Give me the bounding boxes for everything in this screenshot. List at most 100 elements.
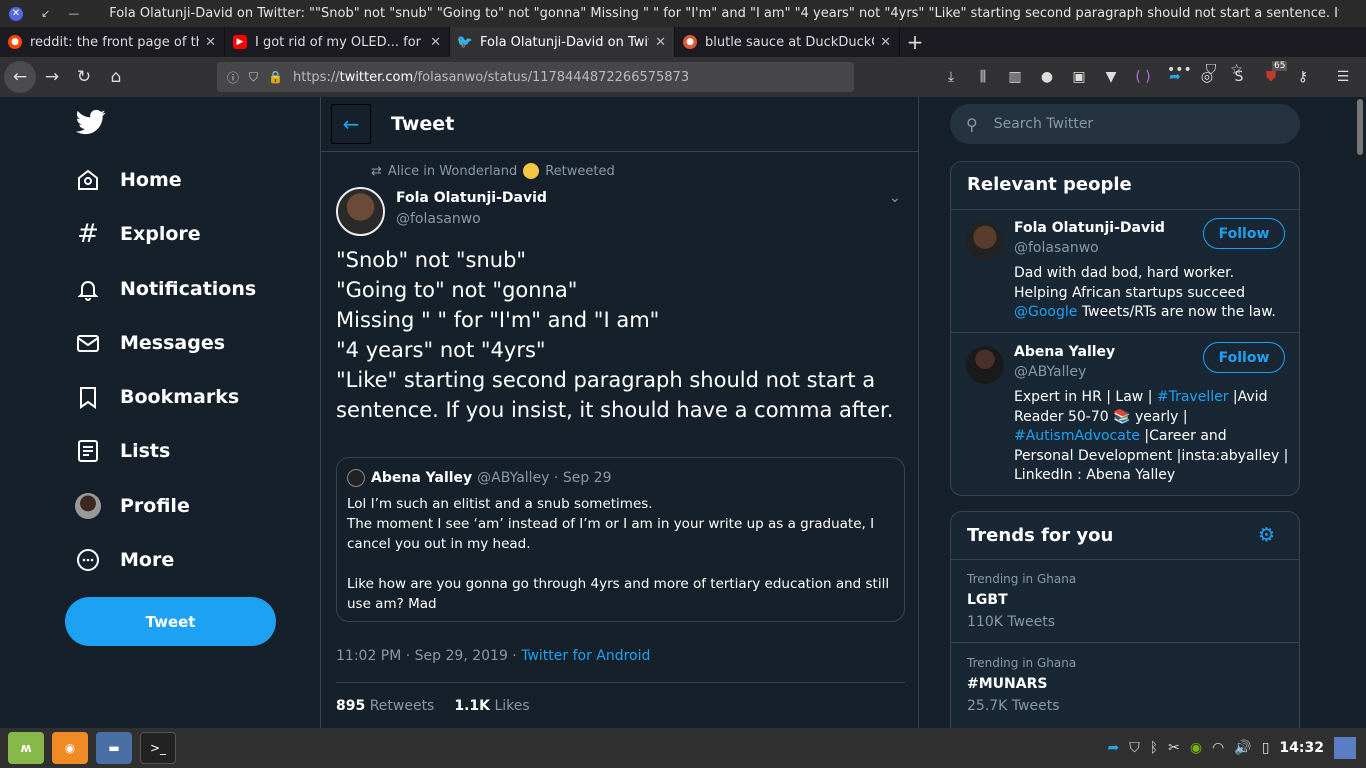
sidebar-icon[interactable]: ▥	[1006, 69, 1024, 85]
volume-icon[interactable]: 🔊	[1234, 740, 1251, 756]
forward-icon[interactable]: →	[36, 61, 68, 93]
extension-owl-icon[interactable]: ◎	[1198, 69, 1216, 85]
nav-label: Explore	[120, 223, 201, 245]
ublock-icon[interactable]: ⛊ 65	[1262, 61, 1288, 85]
lock-icon[interactable]: 🔒	[268, 70, 283, 84]
close-tab-icon[interactable]: ✕	[205, 35, 216, 50]
nav-label: Profile	[120, 495, 190, 517]
tab-label: Fola Olatunji-David on Twit	[480, 34, 650, 50]
close-tab-icon[interactable]: ✕	[880, 35, 891, 50]
key-icon[interactable]: ⚷	[1294, 69, 1312, 85]
tab-duckduckgo[interactable]: ● blutle sauce at DuckDuckG ✕	[675, 27, 900, 57]
nav-home[interactable]: Home	[74, 160, 182, 200]
retweeter-name[interactable]: Alice in Wonderland	[388, 164, 517, 179]
tweet-source-link[interactable]: Twitter for Android	[521, 648, 650, 664]
minimize-icon[interactable]: —	[68, 7, 79, 20]
scrollbar-thumb[interactable]	[1357, 99, 1363, 155]
home-browser-icon[interactable]: ⌂	[100, 61, 132, 93]
terminal-icon[interactable]: >_	[140, 732, 176, 764]
extension-share-icon[interactable]: ➦	[1166, 69, 1184, 85]
back-arrow-icon[interactable]: ←	[331, 104, 371, 144]
url-text[interactable]: https://twitter.com/folasanwo/status/117…	[293, 70, 689, 85]
shield-tray-icon[interactable]: ⛉	[1129, 740, 1140, 756]
clock[interactable]: 14:32	[1279, 740, 1324, 756]
left-navigation: Home # Explore Notifications Messages Bo…	[62, 97, 320, 728]
nav-messages[interactable]: Messages	[74, 323, 225, 363]
trend-item[interactable]: Trending in Ghana LGBT 110K Tweets	[967, 572, 1076, 630]
chevron-down-icon[interactable]: ⌄	[889, 190, 901, 206]
share-tray-icon[interactable]: ➦	[1107, 740, 1119, 756]
back-icon[interactable]: ←	[4, 61, 36, 93]
mint-menu-icon[interactable]: ʍ	[8, 732, 44, 764]
bluetooth-icon[interactable]: ᛒ	[1150, 740, 1158, 756]
os-taskbar: ʍ ◉ ▬ >_ ➦ ⛉ ᛒ ✂ ◉ ◠ 🔊 ▯ 14:32	[0, 728, 1366, 768]
list-icon	[74, 437, 102, 465]
close-tab-icon[interactable]: ✕	[430, 35, 441, 50]
nav-label: Bookmarks	[120, 386, 240, 408]
author-handle[interactable]: @folasanwo	[396, 211, 481, 227]
nav-profile[interactable]: Profile	[74, 486, 190, 526]
close-tab-icon[interactable]: ✕	[655, 35, 666, 50]
tab-twitter[interactable]: 🐦 Fola Olatunji-David on Twit ✕	[450, 27, 675, 57]
tools-icon[interactable]: ✂	[1168, 740, 1180, 756]
nav-notifications[interactable]: Notifications	[74, 269, 256, 309]
tweet-button[interactable]: Tweet	[65, 597, 276, 646]
person-card[interactable]: Abena Yalley @ABYalley Follow Expert in …	[951, 334, 1299, 494]
follow-button[interactable]: Follow	[1203, 342, 1285, 373]
person-avatar	[966, 222, 1004, 260]
retweeted-by: ⇄ Alice in Wonderland Retweeted	[371, 163, 615, 179]
info-icon[interactable]: ⓘ	[227, 69, 239, 86]
ublock-badge: 65	[1272, 61, 1288, 71]
nav-more[interactable]: More	[74, 540, 174, 580]
follow-button[interactable]: Follow	[1203, 218, 1285, 249]
reload-icon[interactable]: ↻	[68, 61, 100, 93]
battery-icon[interactable]: ▯	[1262, 740, 1270, 756]
author-name[interactable]: Fola Olatunji-David	[396, 190, 547, 206]
bio-link[interactable]: @Google	[1014, 304, 1077, 320]
nav-bookmarks[interactable]: Bookmarks	[74, 377, 239, 417]
twitter-logo-icon[interactable]	[75, 107, 106, 137]
unmaximize-icon[interactable]: ↙	[41, 7, 50, 20]
search-input[interactable]: ⚲ Search Twitter	[950, 104, 1300, 144]
vuejs-icon[interactable]: ▼	[1102, 69, 1120, 85]
author-avatar[interactable]	[336, 187, 385, 236]
files-icon[interactable]: ▬	[96, 732, 132, 764]
likes-stat[interactable]: 1.1K Likes	[454, 698, 529, 714]
extension-s-icon[interactable]: S	[1230, 69, 1248, 85]
profile-avatar-icon	[74, 492, 102, 520]
retweets-stat[interactable]: 895 Retweets	[336, 698, 434, 714]
nav-lists[interactable]: Lists	[74, 431, 170, 471]
extension-icon[interactable]: ▣	[1070, 69, 1088, 85]
bio-link[interactable]: #AutismAdvocate	[1014, 428, 1140, 444]
nav-label: More	[120, 549, 175, 571]
tab-label: reddit: the front page of the	[30, 34, 200, 50]
tab-strip: ● reddit: the front page of the ✕ ▶ I go…	[0, 27, 1366, 57]
timestamp-text: 11:02 PM · Sep 29, 2019 ·	[336, 648, 522, 664]
person-bio: Expert in HR | Law | #Traveller |Avid Re…	[1014, 389, 1289, 484]
nav-explore[interactable]: # Explore	[74, 214, 201, 254]
shield-icon[interactable]: ⛉	[249, 70, 258, 85]
new-tab-icon[interactable]: +	[900, 27, 930, 57]
extension-purple-icon[interactable]: ( )	[1134, 69, 1152, 85]
window-title: Fola Olatunji-David on Twitter: ""Snob" …	[109, 6, 1340, 21]
bio-link[interactable]: #Traveller	[1157, 389, 1229, 405]
trend-item[interactable]: Trending in Ghana #MUNARS 25.7K Tweets	[967, 656, 1076, 714]
account-icon[interactable]: ●	[1038, 69, 1056, 85]
person-card[interactable]: Fola Olatunji-David @folasanwo Follow Da…	[951, 210, 1299, 332]
close-window-icon[interactable]: ✕	[9, 6, 23, 21]
person-bio: Dad with dad bod, hard worker. Helping A…	[1014, 265, 1276, 321]
tab-reddit[interactable]: ● reddit: the front page of the ✕	[0, 27, 225, 57]
nvidia-icon[interactable]: ◉	[1190, 740, 1202, 756]
tab-youtube[interactable]: ▶ I got rid of my OLED... for a ✕	[225, 27, 450, 57]
gear-icon[interactable]: ⚙	[1258, 524, 1275, 546]
menu-icon[interactable]: ☰	[1334, 69, 1352, 85]
library-icon[interactable]: ⫼	[974, 69, 992, 85]
download-icon[interactable]: ⤓	[942, 69, 960, 85]
page-scrollbar[interactable]	[1354, 97, 1366, 728]
quote-name: Abena Yalley	[371, 470, 473, 486]
quoted-tweet[interactable]: Abena Yalley @ABYalley · Sep 29 Lol I’m …	[336, 457, 905, 622]
firefox-icon[interactable]: ◉	[52, 732, 88, 764]
url-bar[interactable]: ⓘ ⛉ 🔒 https://twitter.com/folasanwo/stat…	[217, 62, 1243, 92]
wifi-icon[interactable]: ◠	[1212, 740, 1224, 756]
show-desktop-icon[interactable]	[1334, 737, 1356, 759]
